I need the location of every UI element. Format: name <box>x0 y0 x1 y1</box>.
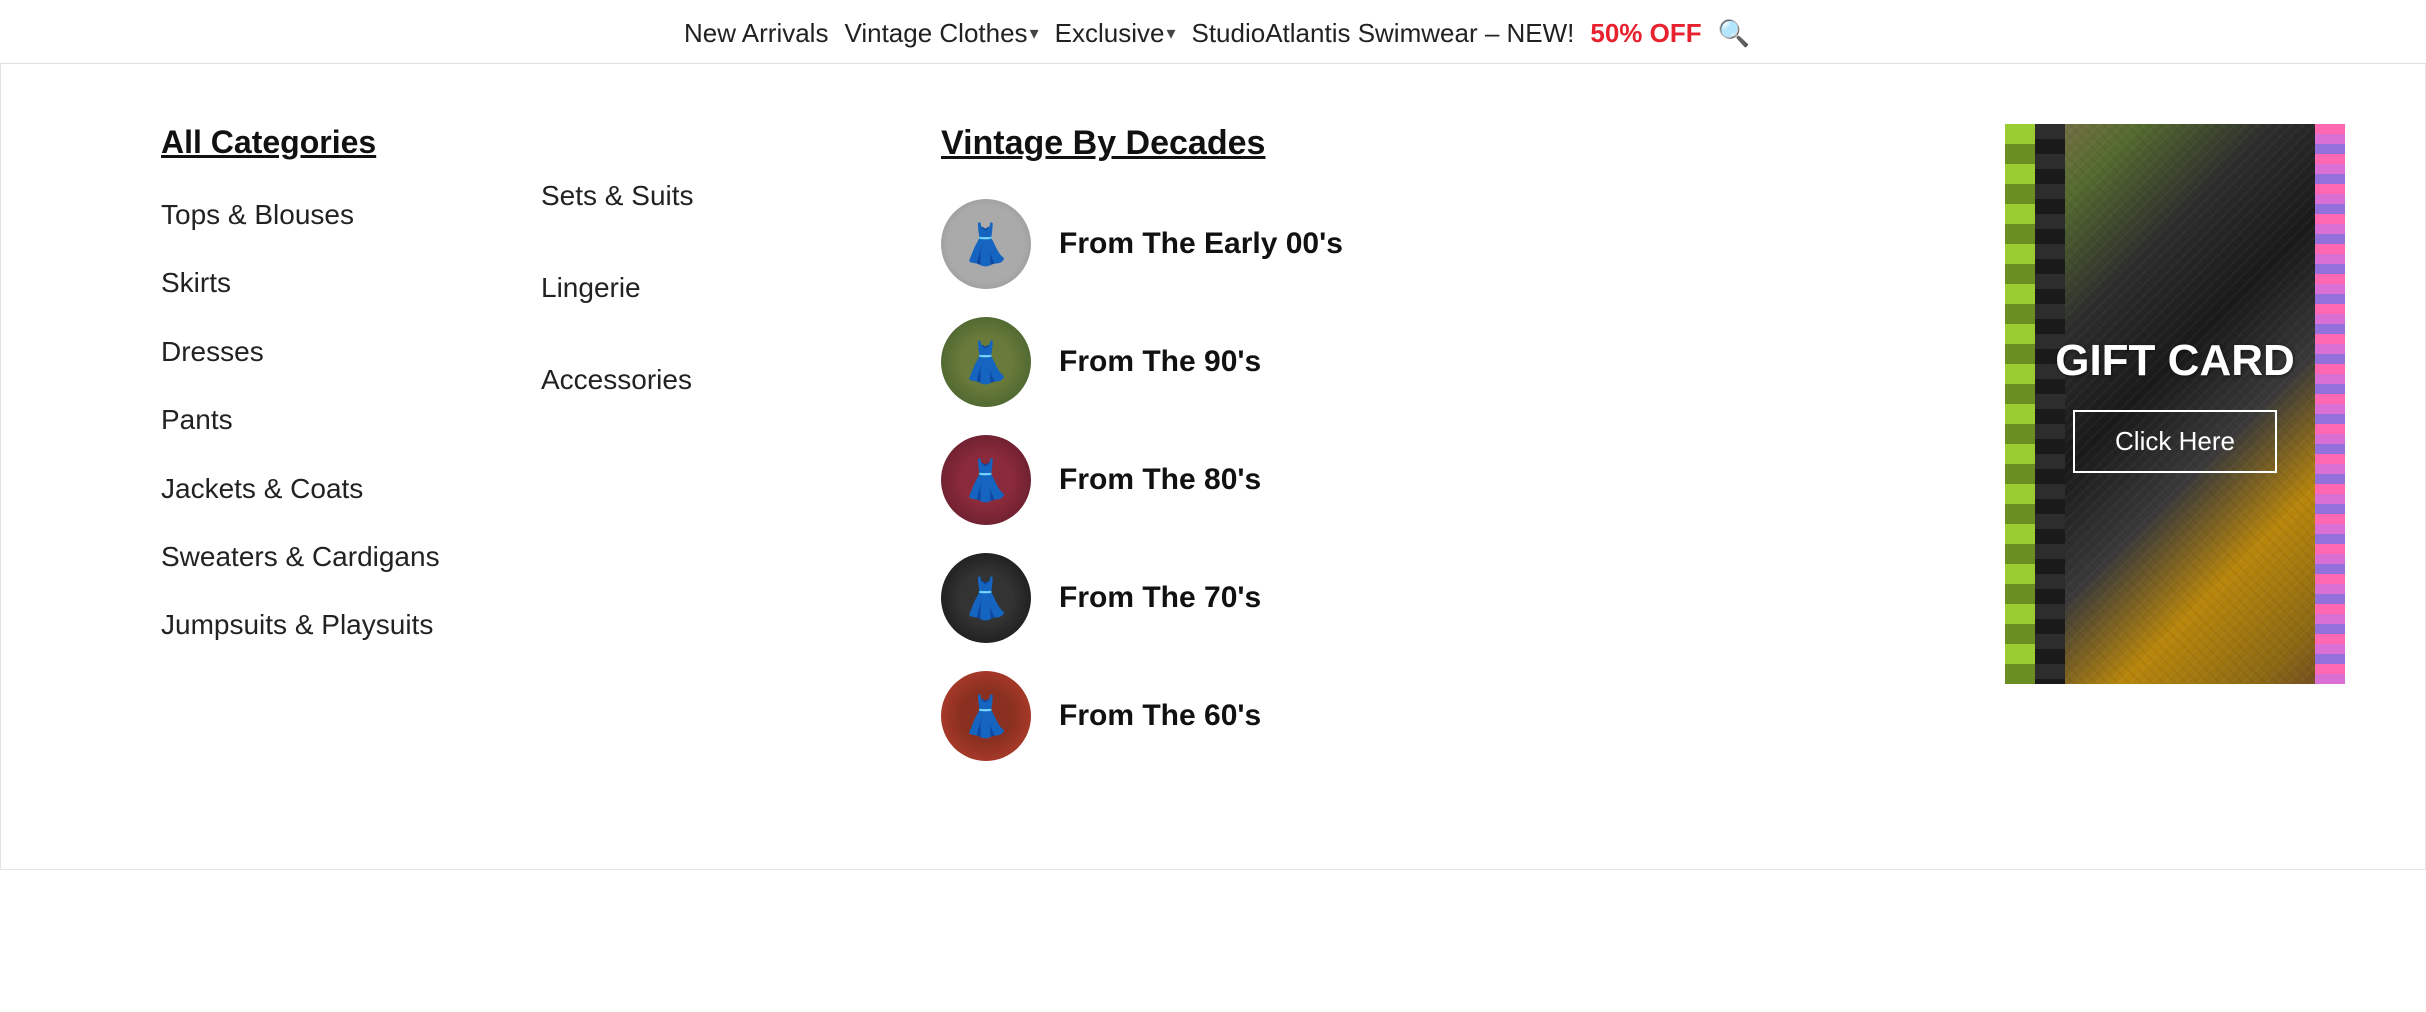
all-categories-title: All Categories <box>161 124 541 161</box>
decade-thumb-00s: 👗 <box>941 199 1031 289</box>
nav-vintage-clothes[interactable]: Vintage Clothes▾ <box>836 18 1046 49</box>
chevron-down-icon: ▾ <box>1166 23 1175 44</box>
category-item-jumpsuits-playsuits[interactable]: Jumpsuits & Playsuits <box>161 607 541 643</box>
chevron-down-icon: ▾ <box>1030 23 1039 44</box>
decade-thumb-70s: 👗 <box>941 553 1031 643</box>
category-item-pants[interactable]: Pants <box>161 402 541 438</box>
secondary-categories-column: Sets & Suits Lingerie Accessories <box>541 124 881 789</box>
decades-title: Vintage By Decades <box>941 124 1965 163</box>
search-icon[interactable]: 🔍 <box>1718 18 1750 49</box>
gift-card-button[interactable]: Click Here <box>2073 410 2277 473</box>
decade-thumb-90s: 👗 <box>941 317 1031 407</box>
nav-exclusive[interactable]: Exclusive▾ <box>1047 18 1184 49</box>
decade-label-90s: From The 90's <box>1059 345 1261 379</box>
gift-card-image: GIFT CARD Click Here <box>2005 124 2345 684</box>
decades-column: Vintage By Decades 👗 From The Early 00's… <box>881 124 1965 789</box>
decade-item-80s[interactable]: 👗 From The 80's <box>941 435 1965 525</box>
gift-card-title: GIFT CARD <box>2055 336 2295 386</box>
gift-card-column: GIFT CARD Click Here <box>2005 124 2345 789</box>
decade-label-80s: From The 80's <box>1059 463 1261 497</box>
mega-menu: All Categories Tops & Blouses Skirts Dre… <box>0 64 2426 870</box>
decade-label-00s: From The Early 00's <box>1059 227 1343 261</box>
category-item-sweaters-cardigans[interactable]: Sweaters & Cardigans <box>161 539 541 575</box>
decade-item-90s[interactable]: 👗 From The 90's <box>941 317 1965 407</box>
nav-studio-atlantis[interactable]: StudioAtlantis Swimwear – NEW! <box>1183 18 1582 49</box>
category-item-jackets-coats[interactable]: Jackets & Coats <box>161 471 541 507</box>
nav-sale[interactable]: 50% OFF <box>1582 18 1709 49</box>
decade-thumb-80s: 👗 <box>941 435 1031 525</box>
categories-column: All Categories Tops & Blouses Skirts Dre… <box>161 124 541 789</box>
top-navigation: New Arrivals Vintage Clothes▾ Exclusive▾… <box>0 0 2426 64</box>
fabric-decoration-3 <box>2315 124 2345 684</box>
decade-item-00s[interactable]: 👗 From The Early 00's <box>941 199 1965 289</box>
category-item-dresses[interactable]: Dresses <box>161 334 541 370</box>
category-item-sets-suits[interactable]: Sets & Suits <box>541 180 881 212</box>
category-item-lingerie[interactable]: Lingerie <box>541 272 881 304</box>
nav-new-arrivals[interactable]: New Arrivals <box>676 18 836 49</box>
decade-item-60s[interactable]: 👗 From The 60's <box>941 671 1965 761</box>
decade-thumb-60s: 👗 <box>941 671 1031 761</box>
category-item-skirts[interactable]: Skirts <box>161 265 541 301</box>
decade-label-70s: From The 70's <box>1059 581 1261 615</box>
category-item-accessories[interactable]: Accessories <box>541 364 881 396</box>
category-item-tops-blouses[interactable]: Tops & Blouses <box>161 197 541 233</box>
decade-item-70s[interactable]: 👗 From The 70's <box>941 553 1965 643</box>
fabric-decoration-1 <box>2005 124 2035 684</box>
fabric-decoration-2 <box>2035 124 2065 684</box>
decade-label-60s: From The 60's <box>1059 699 1261 733</box>
